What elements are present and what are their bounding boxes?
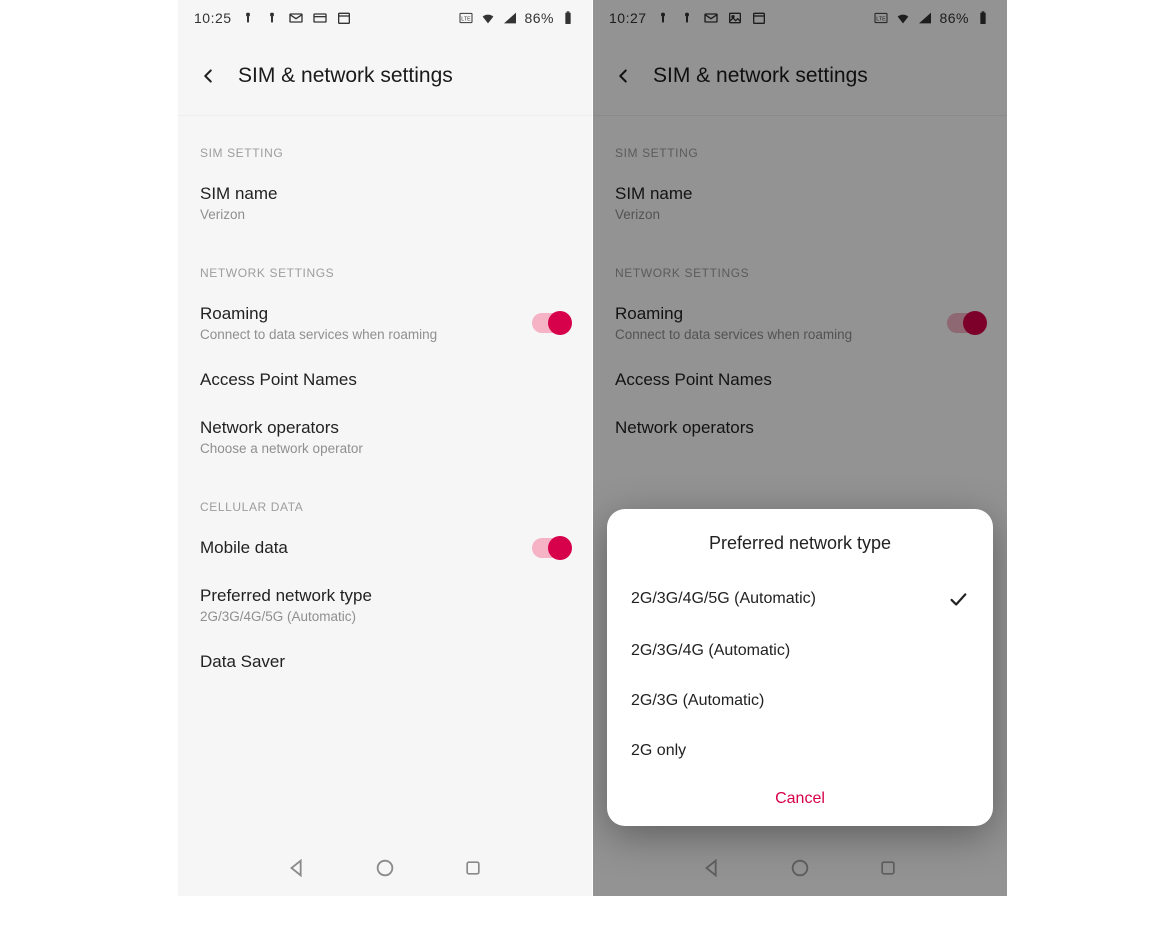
row-operators[interactable]: Network operators Choose a network opera… <box>178 404 592 470</box>
apn-title: Access Point Names <box>615 370 772 390</box>
page-title: SIM & network settings <box>653 64 868 88</box>
status-time: 10:27 <box>609 10 647 26</box>
lte-icon: LTE <box>873 10 889 26</box>
svg-text:LTE: LTE <box>877 17 887 23</box>
row-apn[interactable]: Access Point Names <box>178 356 592 404</box>
section-sim-label: SIM SETTING <box>593 116 1007 170</box>
pref-title: Preferred network type <box>200 586 372 606</box>
lte-icon: LTE <box>458 10 474 26</box>
section-sim-label: SIM SETTING <box>178 116 592 170</box>
dialog-title: Preferred network type <box>607 533 993 572</box>
apn-title: Access Point Names <box>200 370 357 390</box>
signal-icon <box>917 10 933 26</box>
dialog-option-1[interactable]: 2G/3G/4G (Automatic) <box>607 626 993 676</box>
sim-name-title: SIM name <box>615 184 692 204</box>
calendar-icon <box>336 10 352 26</box>
sim-name-value: Verizon <box>200 207 277 222</box>
row-operators[interactable]: Network operators <box>593 404 1007 452</box>
battery-icon <box>560 10 576 26</box>
nav-recents-button[interactable] <box>876 856 900 880</box>
roaming-toggle[interactable] <box>532 313 570 333</box>
key-icon <box>264 10 280 26</box>
row-data-saver[interactable]: Data Saver <box>178 638 592 686</box>
row-roaming[interactable]: Roaming Connect to data services when ro… <box>178 290 592 356</box>
roaming-sub: Connect to data services when roaming <box>615 327 852 342</box>
roaming-sub: Connect to data services when roaming <box>200 327 437 342</box>
roaming-toggle[interactable] <box>947 313 985 333</box>
roaming-title: Roaming <box>615 304 852 324</box>
nav-bar <box>178 840 592 896</box>
nav-back-button[interactable] <box>700 856 724 880</box>
nav-recents-button[interactable] <box>461 856 485 880</box>
key-icon <box>655 10 671 26</box>
calendar-icon <box>751 10 767 26</box>
sim-name-value: Verizon <box>615 207 692 222</box>
preferred-network-dialog: Preferred network type 2G/3G/4G/5G (Auto… <box>607 509 993 826</box>
wifi-icon <box>480 10 496 26</box>
page-title: SIM & network settings <box>238 64 453 88</box>
key-icon <box>679 10 695 26</box>
app-bar: SIM & network settings <box>593 36 1007 116</box>
roaming-title: Roaming <box>200 304 437 324</box>
status-time: 10:25 <box>194 10 232 26</box>
nav-bar <box>593 840 1007 896</box>
mail-icon <box>288 10 304 26</box>
dialog-option-label: 2G/3G/4G (Automatic) <box>631 642 790 660</box>
row-apn[interactable]: Access Point Names <box>593 356 1007 404</box>
section-network-label: NETWORK SETTINGS <box>593 236 1007 290</box>
nav-back-button[interactable] <box>285 856 309 880</box>
pref-sub: 2G/3G/4G/5G (Automatic) <box>200 609 372 624</box>
dialog-cancel-button[interactable]: Cancel <box>607 776 993 816</box>
dialog-option-3[interactable]: 2G only <box>607 726 993 776</box>
nav-home-button[interactable] <box>788 856 812 880</box>
mobile-data-toggle[interactable] <box>532 538 570 558</box>
row-sim-name[interactable]: SIM name Verizon <box>178 170 592 236</box>
status-bar: 10:27 LTE 86% <box>593 0 1007 36</box>
signal-icon <box>502 10 518 26</box>
ops-sub: Choose a network operator <box>200 441 363 456</box>
phone-left: 10:25 LTE 86% SIM & network settings SIM <box>178 0 592 896</box>
dialog-option-0[interactable]: 2G/3G/4G/5G (Automatic) <box>607 572 993 626</box>
status-bar: 10:25 LTE 86% <box>178 0 592 36</box>
app-bar: SIM & network settings <box>178 36 592 116</box>
phone-right: 10:27 LTE 86% SIM & network settings SIM <box>593 0 1007 896</box>
ops-title: Network operators <box>615 418 754 438</box>
status-battery-pct: 86% <box>524 10 554 26</box>
mail-icon <box>703 10 719 26</box>
dialog-option-label: 2G/3G (Automatic) <box>631 692 764 710</box>
saver-title: Data Saver <box>200 652 285 672</box>
row-sim-name[interactable]: SIM name Verizon <box>593 170 1007 236</box>
nav-home-button[interactable] <box>373 856 397 880</box>
ops-title: Network operators <box>200 418 363 438</box>
card-icon <box>312 10 328 26</box>
key-icon <box>240 10 256 26</box>
dialog-option-label: 2G only <box>631 742 686 760</box>
status-battery-pct: 86% <box>939 10 969 26</box>
svg-text:LTE: LTE <box>462 17 472 23</box>
row-preferred-network[interactable]: Preferred network type 2G/3G/4G/5G (Auto… <box>178 572 592 638</box>
section-cellular-label: CELLULAR DATA <box>178 470 592 524</box>
battery-icon <box>975 10 991 26</box>
dialog-option-2[interactable]: 2G/3G (Automatic) <box>607 676 993 726</box>
image-icon <box>727 10 743 26</box>
check-icon <box>947 588 969 610</box>
section-network-label: NETWORK SETTINGS <box>178 236 592 290</box>
sim-name-title: SIM name <box>200 184 277 204</box>
back-button[interactable] <box>196 64 220 88</box>
back-button[interactable] <box>611 64 635 88</box>
row-roaming[interactable]: Roaming Connect to data services when ro… <box>593 290 1007 356</box>
wifi-icon <box>895 10 911 26</box>
mobile-data-title: Mobile data <box>200 538 288 558</box>
dialog-option-label: 2G/3G/4G/5G (Automatic) <box>631 590 816 608</box>
row-mobile-data[interactable]: Mobile data <box>178 524 592 572</box>
